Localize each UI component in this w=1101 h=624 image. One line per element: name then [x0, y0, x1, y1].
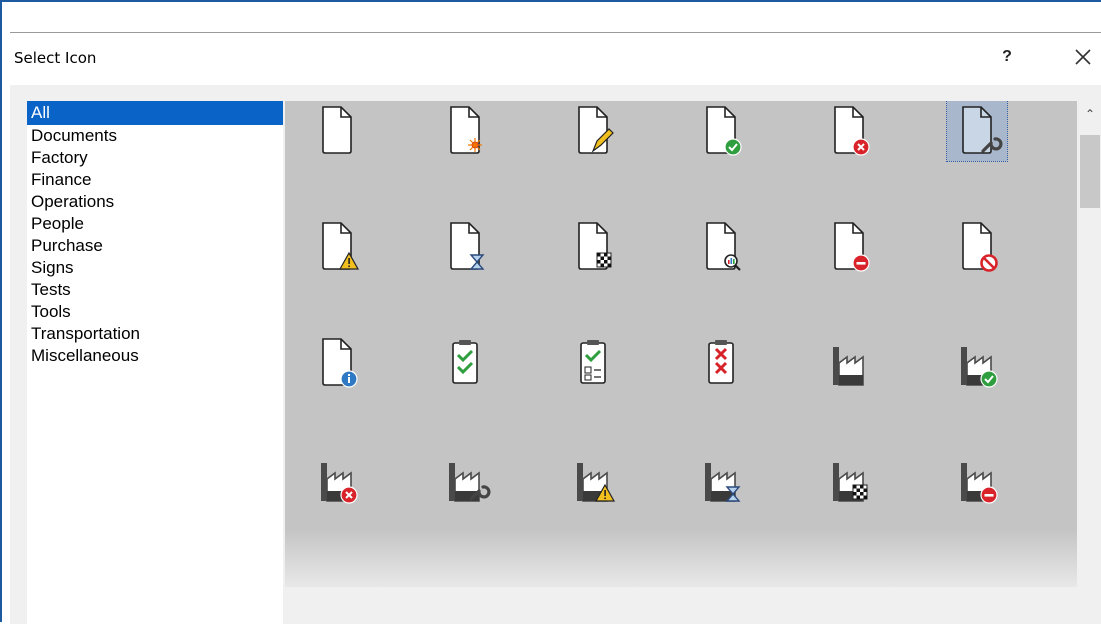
- close-icon: [1075, 49, 1091, 65]
- icon-option[interactable]: [691, 217, 751, 277]
- icon-option[interactable]: [691, 333, 751, 393]
- icon-option[interactable]: [435, 449, 495, 509]
- document-hourglass-icon: [450, 222, 485, 270]
- document-info-icon: [322, 338, 358, 388]
- factory-warning-icon: [577, 463, 616, 502]
- document-search-icon: [706, 222, 741, 271]
- icon-option[interactable]: [819, 217, 879, 277]
- factory-checkered-flag-icon: [833, 463, 868, 502]
- document-icon: [322, 106, 352, 154]
- category-factory[interactable]: Factory: [27, 147, 283, 169]
- icon-option[interactable]: [307, 449, 367, 509]
- vertical-scrollbar[interactable]: ⌃: [1077, 101, 1101, 624]
- close-button[interactable]: [1070, 44, 1096, 70]
- document-new-icon: [450, 106, 482, 154]
- factory-error-icon: [321, 463, 358, 504]
- icon-option[interactable]: [691, 101, 751, 161]
- document-check-icon: [706, 106, 742, 156]
- category-miscellaneous[interactable]: Miscellaneous: [27, 345, 283, 367]
- icon-option[interactable]: [947, 217, 1007, 277]
- factory-icon: [833, 347, 864, 386]
- icon-option[interactable]: [307, 217, 367, 277]
- icon-option[interactable]: [819, 101, 879, 161]
- document-error-icon: [834, 106, 870, 156]
- icon-option[interactable]: [307, 101, 367, 161]
- icon-option[interactable]: [947, 333, 1007, 393]
- icon-grid-panel: [285, 101, 1077, 587]
- document-edit-icon: [578, 106, 614, 154]
- icon-option[interactable]: [691, 449, 751, 509]
- clipboard-crosses-icon: [708, 340, 734, 384]
- document-checkered-flag-icon: [578, 222, 612, 270]
- category-people[interactable]: People: [27, 213, 283, 235]
- factory-check-icon: [961, 347, 998, 388]
- icon-option[interactable]: [563, 101, 623, 161]
- category-documents[interactable]: Documents: [27, 125, 283, 147]
- icon-option[interactable]: [946, 101, 1008, 162]
- document-wrench-icon: [962, 106, 1003, 154]
- factory-minus-icon: [961, 463, 998, 504]
- icon-option[interactable]: [435, 217, 495, 277]
- category-signs[interactable]: Signs: [27, 257, 283, 279]
- icon-option[interactable]: [307, 333, 367, 393]
- category-transportation[interactable]: Transportation: [27, 323, 283, 345]
- help-button[interactable]: ?: [996, 46, 1018, 68]
- icon-option[interactable]: [435, 101, 495, 161]
- category-finance[interactable]: Finance: [27, 169, 283, 191]
- factory-hourglass-icon: [705, 463, 741, 502]
- icon-option[interactable]: [563, 217, 623, 277]
- dialog-title: Select Icon: [14, 49, 97, 67]
- document-minus-icon: [834, 222, 870, 272]
- category-tools[interactable]: Tools: [27, 301, 283, 323]
- category-purchase[interactable]: Purchase: [27, 235, 283, 257]
- window-frame: Select Icon ? All Documents Factory Finance…: [0, 0, 1101, 624]
- scroll-thumb[interactable]: [1080, 135, 1100, 208]
- clipboard-checks-icon: [452, 340, 478, 384]
- dialog-titlebar: Select Icon ?: [10, 33, 1101, 85]
- icon-option[interactable]: [947, 449, 1007, 509]
- icon-option[interactable]: [819, 449, 879, 509]
- icon-option[interactable]: [563, 449, 623, 509]
- scroll-up-button[interactable]: ⌃: [1077, 101, 1101, 127]
- category-tests[interactable]: Tests: [27, 279, 283, 301]
- category-all[interactable]: All: [27, 101, 283, 125]
- category-operations[interactable]: Operations: [27, 191, 283, 213]
- factory-wrench-icon: [449, 463, 491, 502]
- document-blocked-icon: [962, 222, 998, 272]
- select-icon-dialog: Select Icon ? All Documents Factory Finance…: [10, 33, 1101, 624]
- icon-option[interactable]: [435, 333, 495, 393]
- icon-option[interactable]: [563, 333, 623, 393]
- category-list[interactable]: All Documents Factory Finance Operations Peop…: [27, 101, 283, 624]
- icon-option[interactable]: [819, 333, 879, 393]
- document-warning-icon: [322, 222, 360, 270]
- clipboard-checklist-icon: [580, 340, 606, 384]
